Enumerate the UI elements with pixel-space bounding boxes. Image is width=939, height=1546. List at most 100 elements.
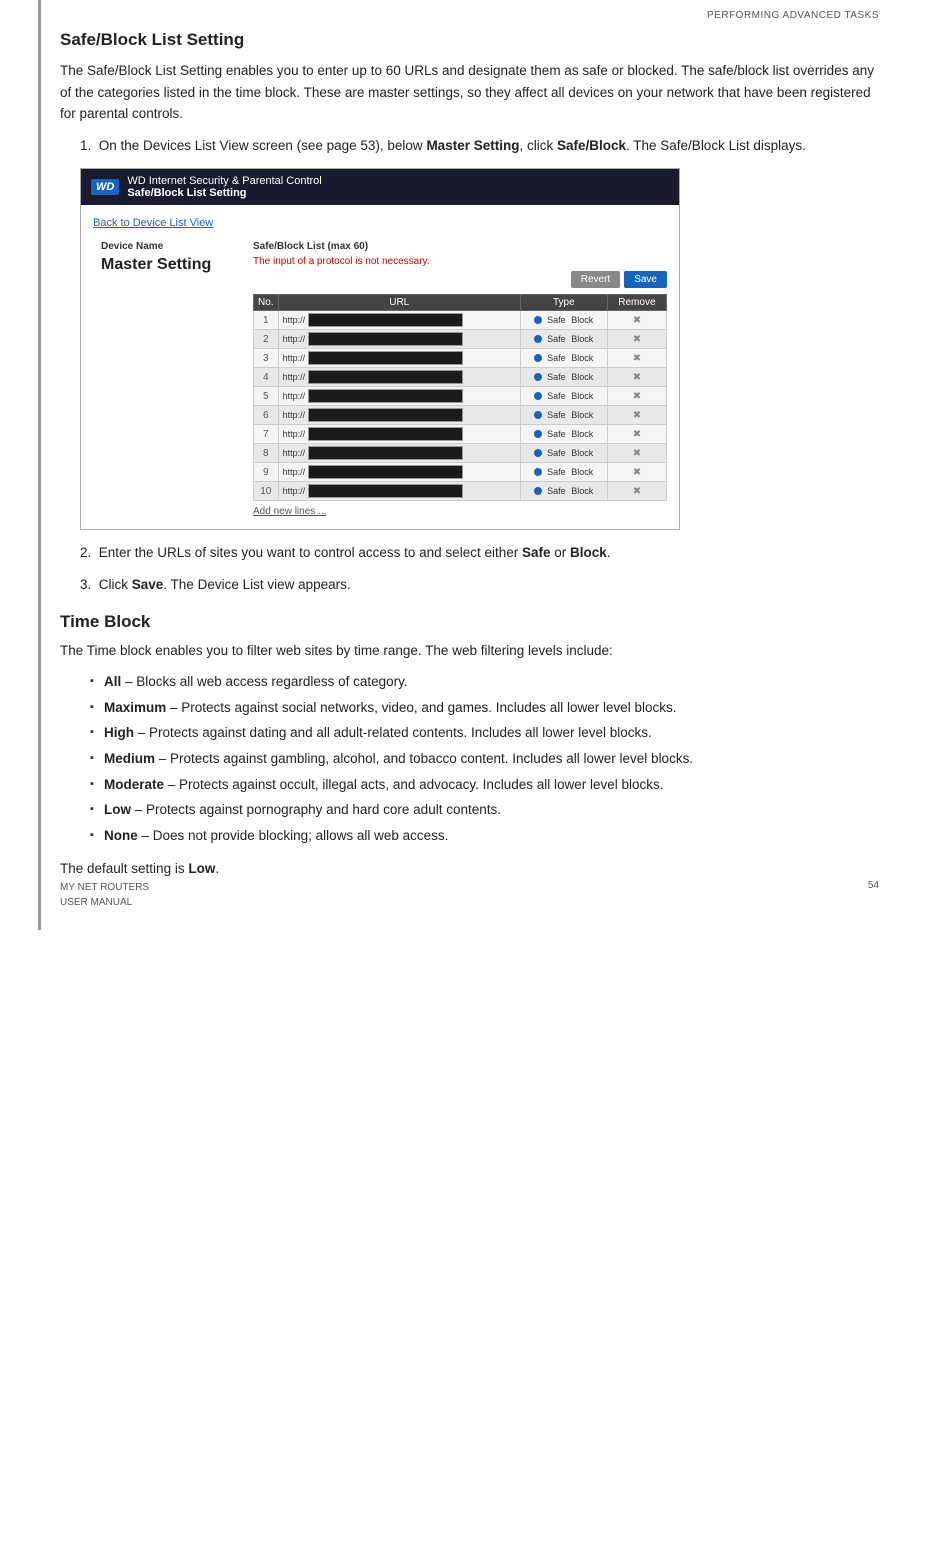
type-block-label[interactable]: Block [571, 315, 593, 325]
step3-bold: Save [132, 577, 164, 592]
table-row: 4 http:// Safe Block ✖ [254, 368, 667, 387]
url-input[interactable] [308, 427, 463, 441]
type-safe-label[interactable]: Safe [547, 334, 566, 344]
type-block-label[interactable]: Block [571, 372, 593, 382]
remove-icon[interactable]: ✖ [633, 467, 641, 478]
remove-icon[interactable]: ✖ [633, 410, 641, 421]
url-prefix: http:// [283, 334, 306, 344]
url-cell: http:// [278, 311, 520, 330]
footer-page: 54 [868, 880, 879, 910]
page-header: PERFORMING ADVANCED TASKS [707, 10, 879, 21]
step1-bold2: Safe/Block [557, 138, 626, 153]
remove-icon[interactable]: ✖ [633, 372, 641, 383]
bullet-text: – Does not provide blocking; allows all … [138, 828, 449, 843]
add-new-link[interactable]: Add new lines ... [253, 501, 667, 517]
type-safe-label[interactable]: Safe [547, 410, 566, 420]
safe-dot [534, 316, 542, 324]
remove-icon[interactable]: ✖ [633, 315, 641, 326]
type-block-label[interactable]: Block [571, 429, 593, 439]
row-num: 1 [254, 311, 279, 330]
type-block-label[interactable]: Block [571, 391, 593, 401]
url-prefix: http:// [283, 448, 306, 458]
row-num: 3 [254, 349, 279, 368]
row-num: 10 [254, 482, 279, 501]
url-input[interactable] [308, 484, 463, 498]
table-row: 7 http:// Safe Block ✖ [254, 425, 667, 444]
url-input[interactable] [308, 370, 463, 384]
step2: 2. Enter the URLs of sites you want to c… [80, 542, 879, 564]
bullet-item: All – Blocks all web access regardless o… [90, 671, 879, 693]
step3: 3. Click Save. The Device List view appe… [80, 574, 879, 596]
remove-icon[interactable]: ✖ [633, 391, 641, 402]
safe-dot [534, 449, 542, 457]
url-input[interactable] [308, 389, 463, 403]
url-cell: http:// [278, 387, 520, 406]
timeblock-title: Time Block [60, 612, 879, 632]
default-prefix: The default setting is [60, 861, 188, 876]
type-cell: Safe Block [520, 311, 607, 330]
safe-dot [534, 411, 542, 419]
type-cell: Safe Block [520, 368, 607, 387]
bullet-text: – Protects against occult, illegal acts,… [164, 777, 664, 792]
url-prefix: http:// [283, 353, 306, 363]
url-input[interactable] [308, 332, 463, 346]
url-input[interactable] [308, 351, 463, 365]
type-safe-label[interactable]: Safe [547, 467, 566, 477]
default-suffix: . [215, 861, 219, 876]
bullet-item: Medium – Protects against gambling, alco… [90, 748, 879, 770]
type-block-label[interactable]: Block [571, 334, 593, 344]
type-cell: Safe Block [520, 406, 607, 425]
url-cell: http:// [278, 482, 520, 501]
type-block-label[interactable]: Block [571, 410, 593, 420]
section1-intro: The Safe/Block List Setting enables you … [60, 60, 879, 125]
type-block-label[interactable]: Block [571, 467, 593, 477]
screenshot-box: WD WD Internet Security & Parental Contr… [80, 168, 680, 530]
remove-cell: ✖ [607, 349, 666, 368]
url-input[interactable] [308, 465, 463, 479]
back-link[interactable]: Back to Device List View [93, 217, 213, 229]
bullet-text: – Protects against gambling, alcohol, an… [155, 751, 693, 766]
type-safe-label[interactable]: Safe [547, 486, 566, 496]
footer-line2: USER MANUAL [60, 895, 149, 910]
url-cell: http:// [278, 330, 520, 349]
url-input[interactable] [308, 446, 463, 460]
bullet-bold: Maximum [104, 700, 166, 715]
type-safe-label[interactable]: Safe [547, 391, 566, 401]
url-cell: http:// [278, 425, 520, 444]
table-row: 5 http:// Safe Block ✖ [254, 387, 667, 406]
url-table: No. URL Type Remove 1 http:// Safe [253, 294, 667, 501]
remove-cell: ✖ [607, 406, 666, 425]
step2-bold1: Safe [522, 545, 551, 560]
app-subtitle: Safe/Block List Setting [127, 187, 321, 199]
step2-suffix: . [607, 545, 611, 560]
url-prefix: http:// [283, 486, 306, 496]
table-row: 2 http:// Safe Block ✖ [254, 330, 667, 349]
type-block-label[interactable]: Block [571, 448, 593, 458]
remove-icon[interactable]: ✖ [633, 334, 641, 345]
type-block-label[interactable]: Block [571, 486, 593, 496]
type-safe-label[interactable]: Safe [547, 429, 566, 439]
revert-button[interactable]: Revert [571, 271, 620, 288]
url-input[interactable] [308, 408, 463, 422]
remove-icon[interactable]: ✖ [633, 429, 641, 440]
remove-icon[interactable]: ✖ [633, 448, 641, 459]
type-safe-label[interactable]: Safe [547, 315, 566, 325]
url-input[interactable] [308, 313, 463, 327]
wd-content: Back to Device List View Device Name Mas… [81, 205, 679, 529]
col-remove: Remove [607, 295, 666, 311]
save-button[interactable]: Save [624, 271, 667, 288]
type-block-label[interactable]: Block [571, 353, 593, 363]
type-safe-label[interactable]: Safe [547, 372, 566, 382]
row-num: 4 [254, 368, 279, 387]
remove-icon[interactable]: ✖ [633, 486, 641, 497]
type-safe-label[interactable]: Safe [547, 448, 566, 458]
safe-block-label: Safe/Block List (max 60) [253, 241, 667, 252]
bullet-item: None – Does not provide blocking; allows… [90, 825, 879, 847]
url-prefix: http:// [283, 315, 306, 325]
safe-dot [534, 487, 542, 495]
safe-dot [534, 430, 542, 438]
url-prefix: http:// [283, 467, 306, 477]
col-no: No. [254, 295, 279, 311]
remove-icon[interactable]: ✖ [633, 353, 641, 364]
type-safe-label[interactable]: Safe [547, 353, 566, 363]
